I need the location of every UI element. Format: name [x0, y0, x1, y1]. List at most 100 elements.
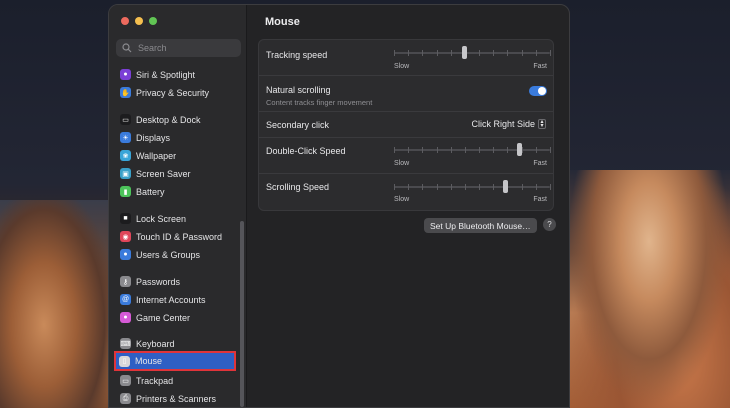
slider-track: [394, 149, 550, 151]
natural-scrolling-toggle[interactable]: [529, 86, 547, 96]
slider-tick: [493, 147, 495, 153]
slider-thumb[interactable]: [502, 180, 508, 193]
sidebar-item-printers-scanners[interactable]: ⎙ Printers & Scanners: [117, 390, 233, 407]
sidebar-item-users-groups[interactable]: ● Users & Groups: [117, 246, 233, 263]
tracking-speed-min: Slow: [394, 63, 410, 70]
slider-tick: [535, 147, 537, 153]
key-icon: ⚷: [120, 276, 131, 287]
siri-icon: ●: [120, 69, 131, 80]
wallpaper-rock-right: [568, 170, 730, 408]
search-input[interactable]: [138, 43, 228, 53]
slider-tick: [464, 147, 466, 153]
sidebar-item-desktop-dock[interactable]: ▭ Desktop & Dock: [117, 111, 233, 128]
slider-tick: [408, 50, 410, 56]
slider-tick: [479, 50, 481, 56]
sidebar-item-label: Trackpad: [136, 375, 174, 386]
help-button[interactable]: ?: [543, 218, 556, 231]
sidebar-item-displays[interactable]: ☀ Displays: [117, 129, 233, 146]
secondary-click-select[interactable]: Click Right Side ▴ ▾: [471, 119, 546, 129]
sidebar-item-label: Displays: [136, 132, 171, 143]
slider-tick: [450, 147, 452, 153]
at-icon: @: [120, 294, 131, 305]
tracking-speed-row: Tracking speed Slow Fast: [259, 40, 553, 76]
sidebar-item-passwords[interactable]: ⚷ Passwords: [117, 273, 233, 290]
slider-thumb[interactable]: [462, 46, 468, 59]
sidebar-item-screen-saver[interactable]: ▣ Screen Saver: [117, 165, 233, 182]
sidebar-item-label: Internet Accounts: [136, 294, 206, 305]
natural-scrolling-sublabel: Content tracks finger movement: [266, 98, 373, 107]
screensaver-icon: ▣: [120, 168, 131, 179]
sidebar-item-label: Mouse: [135, 356, 163, 366]
double-click-speed-row: Double-Click Speed Slow Fast: [259, 138, 553, 174]
mouse-settings-panel: Tracking speed Slow Fast Natural scrolli…: [258, 39, 554, 211]
slider-tick: [535, 184, 537, 190]
sidebar-item-label: Privacy & Security: [136, 87, 210, 98]
sidebar-item-mouse[interactable]: ▯ Mouse: [114, 351, 236, 371]
sidebar-item-label: Desktop & Dock: [136, 114, 201, 125]
sidebar-item-privacy-security[interactable]: ✋ Privacy & Security: [117, 84, 233, 101]
zoom-button[interactable]: [149, 17, 157, 25]
setup-bluetooth-mouse-button[interactable]: Set Up Bluetooth Mouse…: [424, 218, 537, 233]
sidebar-item-siri-spotlight[interactable]: ● Siri & Spotlight: [117, 66, 233, 83]
sidebar-item-trackpad[interactable]: ▭ Trackpad: [117, 372, 233, 389]
sidebar-item-label: Keyboard: [136, 338, 175, 349]
tracking-speed-label: Tracking speed: [266, 50, 328, 60]
slider-tick: [464, 184, 466, 190]
slider-tick: [394, 50, 395, 56]
sidebar-item-label: Users & Groups: [136, 249, 201, 260]
close-button[interactable]: [121, 17, 129, 25]
sidebar-item-label: Screen Saver: [136, 168, 191, 179]
scrolling-speed-label: Scrolling Speed: [266, 182, 330, 192]
slider-tick: [550, 184, 551, 190]
sidebar-item-internet-accounts[interactable]: @ Internet Accounts: [117, 291, 233, 308]
sidebar-item-label: Wallpaper: [136, 150, 177, 161]
users-icon: ●: [120, 249, 131, 260]
sidebar-item-label: Touch ID & Password: [136, 231, 223, 242]
page-title: Mouse: [265, 16, 300, 28]
slider-track: [394, 52, 550, 54]
secondary-click-label: Secondary click: [266, 120, 330, 130]
sidebar-scrollbar[interactable]: [240, 221, 244, 407]
fingerprint-icon: ◉: [120, 231, 131, 242]
battery-icon: ▮: [120, 186, 131, 197]
hand-icon: ✋: [120, 87, 131, 98]
slider-thumb[interactable]: [516, 143, 522, 156]
sidebar-item-touch-id-password[interactable]: ◉ Touch ID & Password: [117, 228, 233, 245]
scrolling-speed-min: Slow: [394, 196, 410, 203]
double-click-speed-max: Fast: [533, 160, 547, 167]
slider-tick: [507, 50, 509, 56]
tracking-speed-slider[interactable]: [394, 46, 551, 59]
sidebar-item-game-center[interactable]: ● Game Center: [117, 309, 233, 326]
scrolling-speed-slider[interactable]: [394, 180, 551, 193]
trackpad-icon: ▭: [120, 375, 131, 386]
slider-tick: [450, 50, 452, 56]
sidebar-item-lock-screen[interactable]: ■ Lock Screen: [117, 210, 233, 227]
printer-icon: ⎙: [120, 393, 131, 404]
slider-tick: [479, 147, 481, 153]
slider-tick: [436, 147, 438, 153]
sidebar-item-battery[interactable]: ▮ Battery: [117, 183, 233, 200]
natural-scrolling-row: Natural scrolling Content tracks finger …: [259, 76, 553, 112]
slider-tick: [535, 50, 537, 56]
sidebar-item-label: Battery: [136, 186, 165, 197]
slider-tick: [408, 184, 410, 190]
tracking-speed-max: Fast: [533, 63, 547, 70]
slider-tick: [394, 184, 395, 190]
sidebar-item-wallpaper[interactable]: ❀ Wallpaper: [117, 147, 233, 164]
lock-icon: ■: [120, 213, 131, 224]
slider-tick: [394, 147, 395, 153]
gamecenter-icon: ●: [120, 312, 131, 323]
slider-tick: [422, 184, 424, 190]
dock-icon: ▭: [120, 114, 131, 125]
sidebar-item-keyboard[interactable]: ⌨ Keyboard: [117, 335, 233, 352]
system-settings-window: ● Siri & Spotlight ✋ Privacy & Security ▭ Des…: [108, 4, 570, 408]
double-click-speed-slider[interactable]: [394, 143, 551, 156]
slider-tick: [493, 184, 495, 190]
slider-tick: [521, 50, 523, 56]
natural-scrolling-label: Natural scrolling: [266, 85, 331, 95]
search-field[interactable]: [116, 39, 241, 57]
slider-tick: [550, 147, 551, 153]
minimize-button[interactable]: [135, 17, 143, 25]
sidebar-item-label: Lock Screen: [136, 213, 187, 224]
slider-tick: [479, 184, 481, 190]
